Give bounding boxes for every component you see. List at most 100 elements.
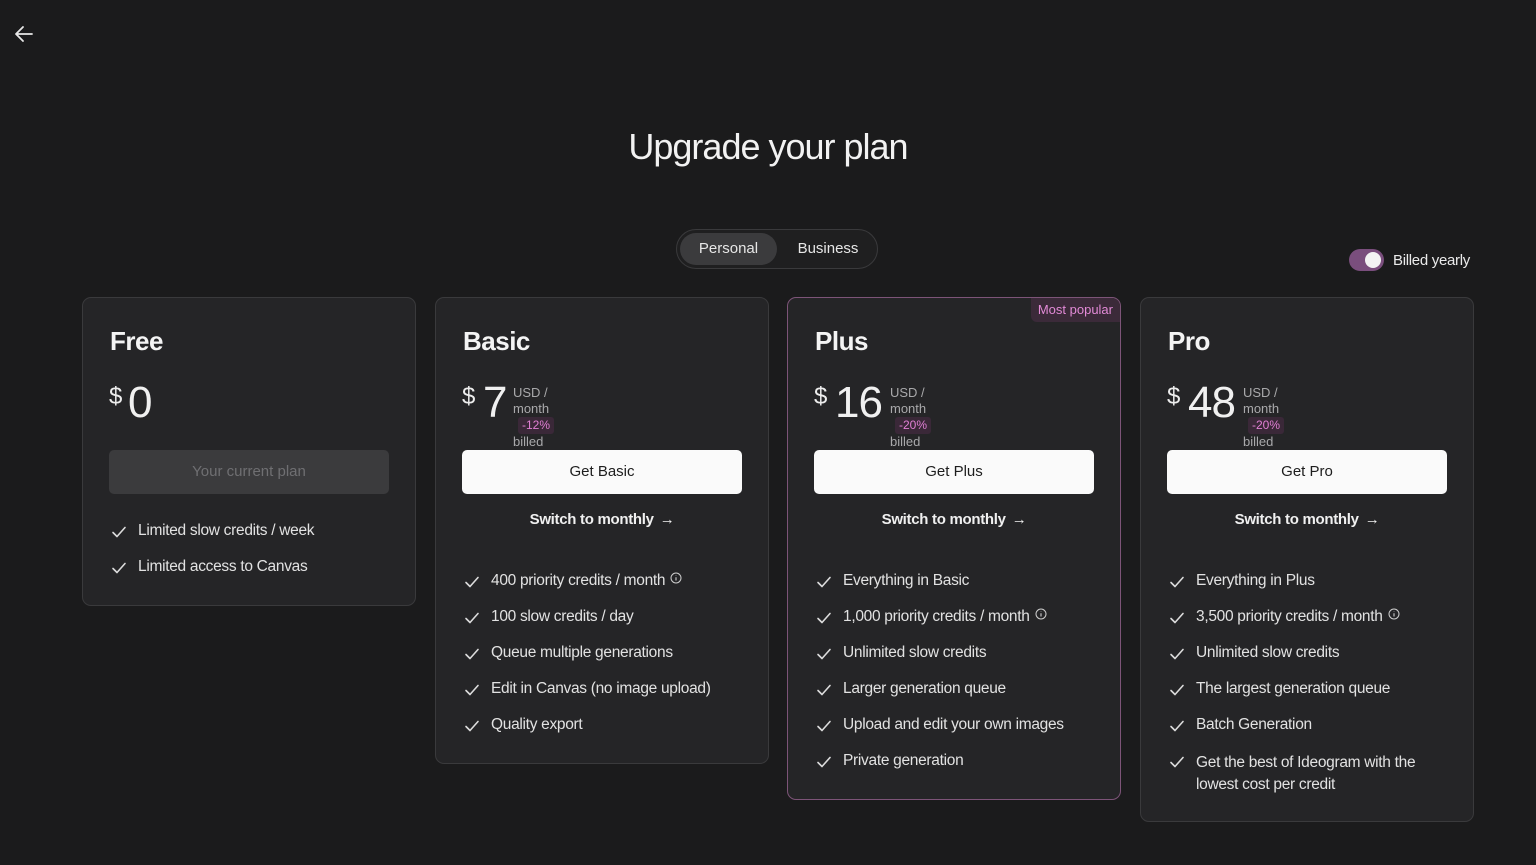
feature-text: 3,500 priority credits / month — [1196, 608, 1383, 625]
feature-text: Everything in Basic — [843, 572, 970, 589]
feature-text: 400 priority credits / month — [491, 572, 666, 589]
check-icon — [817, 756, 831, 768]
page-title: Upgrade your plan — [628, 126, 908, 167]
feature-list: Limited slow credits / week Limited acce… — [110, 522, 400, 594]
price-amount: 0 — [128, 378, 153, 427]
check-icon — [465, 576, 479, 588]
feature-text: Private generation — [843, 752, 964, 769]
get-basic-button[interactable]: Get Basic — [462, 450, 742, 494]
plan-card-plus: Most popular Plus $ 16 USD / month-20% b… — [787, 297, 1121, 800]
check-icon — [1170, 612, 1184, 624]
plan-name: Plus — [815, 326, 868, 356]
billing-toggle-group: Billed yearly — [1349, 248, 1470, 272]
feature-item: Unlimited slow credits — [815, 644, 1105, 680]
current-plan-button: Your current plan — [109, 450, 389, 494]
check-icon — [1170, 720, 1184, 732]
feature-item: The largest generation queue — [1168, 680, 1458, 716]
feature-item: 400 priority credits / month — [463, 572, 753, 608]
feature-list: 400 priority credits / month 100 slow cr… — [463, 572, 753, 752]
plan-name: Pro — [1168, 326, 1210, 356]
feature-item: Private generation — [815, 752, 1105, 788]
feature-item: Everything in Plus — [1168, 572, 1458, 608]
feature-item: Everything in Basic — [815, 572, 1105, 608]
toggle-knob — [1365, 252, 1381, 268]
feature-text: Limited slow credits / week — [138, 522, 315, 539]
feature-item: Unlimited slow credits — [1168, 644, 1458, 680]
feature-item: Queue multiple generations — [463, 644, 753, 680]
plan-name: Basic — [463, 326, 530, 356]
info-icon[interactable] — [1035, 608, 1047, 620]
currency-symbol: $ — [814, 383, 828, 410]
back-arrow-icon[interactable] — [12, 22, 36, 46]
feature-list: Everything in Basic 1,000 priority credi… — [815, 572, 1105, 788]
feature-text: Upload and edit your own images — [843, 716, 1064, 733]
plan-name: Free — [110, 326, 163, 356]
plan-type-switcher: Personal Business — [676, 229, 878, 269]
feature-text: Get the best of Ideogram with the lowest… — [1196, 754, 1416, 793]
check-icon — [1170, 648, 1184, 660]
feature-text: 1,000 priority credits / month — [843, 608, 1030, 625]
check-icon — [817, 576, 831, 588]
feature-item: 100 slow credits / day — [463, 608, 753, 644]
feature-item: Quality export — [463, 716, 753, 752]
feature-item: Limited slow credits / week — [110, 522, 400, 558]
get-pro-button[interactable]: Get Pro — [1167, 450, 1447, 494]
check-icon — [817, 648, 831, 660]
switch-label: Switch to monthly — [529, 511, 654, 528]
check-icon — [1170, 756, 1184, 768]
get-plus-button[interactable]: Get Plus — [814, 450, 1094, 494]
feature-text: 100 slow credits / day — [491, 608, 634, 625]
feature-text: Edit in Canvas (no image upload) — [491, 680, 711, 697]
switch-label: Switch to monthly — [881, 511, 1006, 528]
switch-to-monthly-link[interactable]: Switch to monthly → — [1167, 511, 1447, 528]
feature-item: Edit in Canvas (no image upload) — [463, 680, 753, 716]
feature-list: Everything in Plus 3,500 priority credit… — [1168, 572, 1458, 798]
feature-text: Unlimited slow credits — [1196, 644, 1340, 661]
billed-yearly-toggle[interactable] — [1349, 249, 1384, 271]
feature-text: Unlimited slow credits — [843, 644, 987, 661]
feature-item: Limited access to Canvas — [110, 558, 400, 594]
feature-item: Larger generation queue — [815, 680, 1105, 716]
price-amount: 7 — [483, 378, 508, 427]
price-period: USD / month — [513, 385, 550, 416]
feature-item: Upload and edit your own images — [815, 716, 1105, 752]
discount-badge: -12% — [518, 417, 555, 434]
feature-text: The largest generation queue — [1196, 680, 1391, 697]
switch-label: Switch to monthly — [1234, 511, 1359, 528]
check-icon — [465, 648, 479, 660]
discount-badge: -20% — [895, 417, 932, 434]
billed-yearly-label: Billed yearly — [1393, 251, 1470, 269]
price-amount: 16 — [835, 378, 883, 427]
plan-card-free: Free $ 0 Your current plan Limited slow … — [82, 297, 416, 606]
check-icon — [465, 612, 479, 624]
check-icon — [112, 562, 126, 574]
feature-text: Queue multiple generations — [491, 644, 673, 661]
feature-text: Everything in Plus — [1196, 572, 1315, 589]
feature-item: Get the best of Ideogram with the lowest… — [1168, 752, 1458, 798]
feature-text: Quality export — [491, 716, 583, 733]
price-period: USD / month — [1243, 385, 1280, 416]
switch-to-monthly-link[interactable]: Switch to monthly → — [814, 511, 1094, 528]
tab-personal[interactable]: Personal — [680, 233, 777, 265]
price-period: USD / month — [890, 385, 927, 416]
info-icon[interactable] — [670, 572, 682, 584]
feature-text: Larger generation queue — [843, 680, 1006, 697]
arrow-right-icon: → — [659, 511, 675, 528]
plan-card-basic: Basic $ 7 USD / month-12% billed yearly … — [435, 297, 769, 764]
check-icon — [817, 720, 831, 732]
check-icon — [817, 684, 831, 696]
check-icon — [1170, 576, 1184, 588]
check-icon — [465, 684, 479, 696]
feature-text: Limited access to Canvas — [138, 558, 308, 575]
currency-symbol: $ — [1167, 383, 1181, 410]
info-icon[interactable] — [1388, 608, 1400, 620]
switch-to-monthly-link[interactable]: Switch to monthly → — [462, 511, 742, 528]
tab-business[interactable]: Business — [780, 233, 876, 265]
feature-item: Batch Generation — [1168, 716, 1458, 752]
most-popular-badge: Most popular — [1030, 298, 1120, 322]
currency-symbol: $ — [109, 383, 123, 410]
feature-item: 1,000 priority credits / month — [815, 608, 1105, 644]
arrow-right-icon: → — [1364, 511, 1380, 528]
currency-symbol: $ — [462, 383, 476, 410]
check-icon — [817, 612, 831, 624]
